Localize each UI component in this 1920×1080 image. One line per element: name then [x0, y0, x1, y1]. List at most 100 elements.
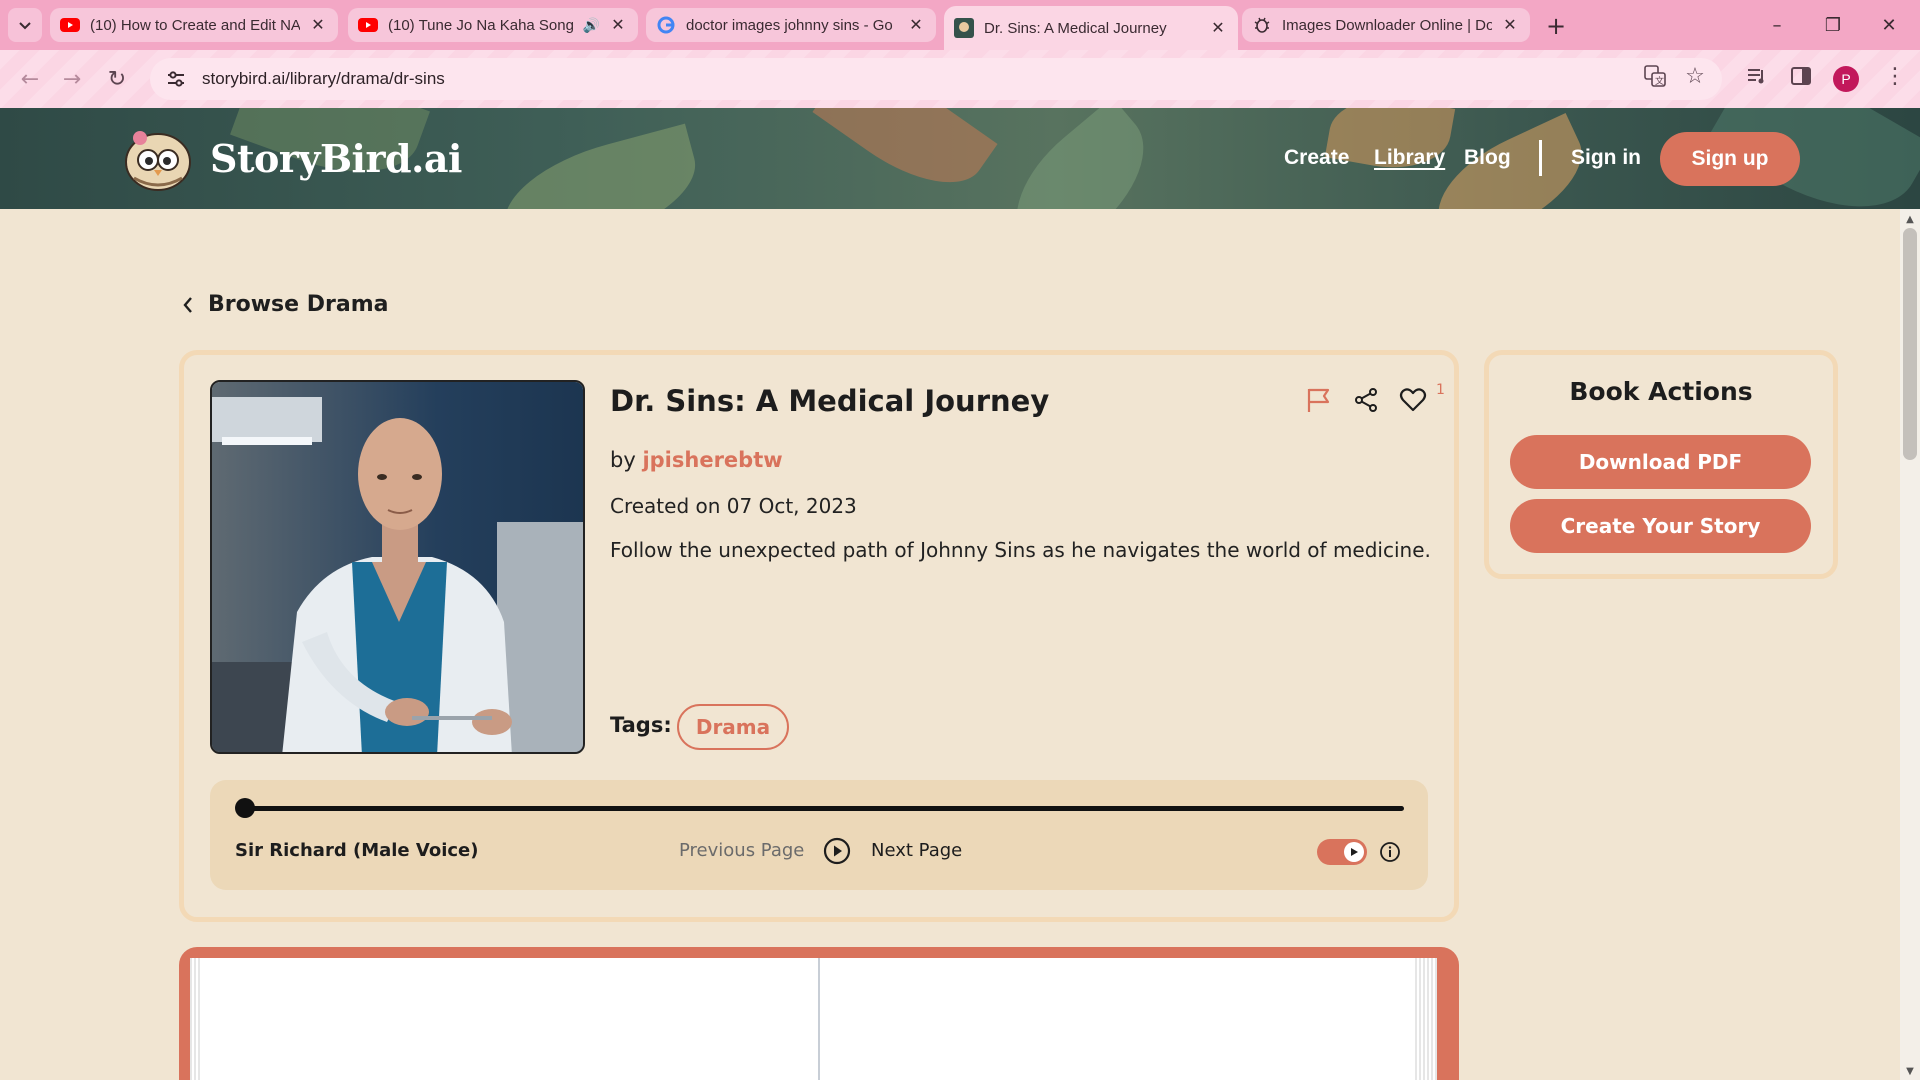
site-settings-icon[interactable]: [164, 71, 188, 87]
arrow-left-icon: ←: [20, 66, 40, 92]
youtube-icon: [60, 15, 80, 35]
close-icon[interactable]: ✕: [608, 15, 628, 35]
audio-player: [210, 780, 1428, 890]
tab-search-button[interactable]: [8, 8, 42, 42]
address-bar[interactable]: storybird.ai/library/drama/dr-sins: [150, 58, 1722, 100]
browser-tab[interactable]: Images Downloader Online | Do ✕: [1242, 8, 1530, 42]
back-link-label: Browse Drama: [208, 292, 389, 317]
book-spine: [818, 958, 820, 1080]
byline-prefix: by: [610, 448, 636, 472]
bug-icon: [1252, 15, 1272, 35]
sign-up-button[interactable]: Sign up: [1660, 132, 1800, 186]
close-icon[interactable]: ✕: [1500, 15, 1520, 35]
author-link[interactable]: jpisherebtw: [642, 448, 782, 472]
tag-drama[interactable]: Drama: [677, 704, 789, 750]
browser-tab[interactable]: (10) How to Create and Edit NA ✕: [50, 8, 338, 42]
header-decoration: [812, 108, 998, 209]
nav-sign-in[interactable]: Sign in: [1571, 146, 1641, 170]
close-window-button[interactable]: ✕: [1866, 8, 1912, 42]
youtube-icon: [358, 15, 378, 35]
page-edges-left: [190, 958, 202, 1080]
browser-toolbar: ← → ↻ storybird.ai/library/drama/dr-sins…: [0, 50, 1920, 108]
side-panel-icon[interactable]: [1786, 61, 1816, 91]
storybird-logo[interactable]: [122, 126, 194, 192]
share-icon[interactable]: [1350, 384, 1382, 416]
toggle-knob: [1344, 842, 1364, 862]
book-description: Follow the unexpected path of Johnny Sin…: [610, 538, 1431, 562]
header-decoration: [491, 123, 709, 209]
storybird-icon: [954, 18, 974, 38]
create-your-story-button[interactable]: Create Your Story: [1510, 499, 1811, 553]
tab-title: doctor images johnny sins - Go: [686, 16, 893, 34]
nav-divider: [1539, 140, 1542, 176]
tab-title: (10) Tune Jo Na Kaha Song: [388, 16, 574, 34]
browser-tab[interactable]: doctor images johnny sins - Go ✕: [646, 8, 936, 42]
browser-tabstrip: (10) How to Create and Edit NA ✕ (10) Tu…: [0, 0, 1920, 50]
scroll-up-arrow[interactable]: ▲: [1903, 212, 1917, 226]
created-date: Created on 07 Oct, 2023: [610, 494, 857, 518]
minimize-icon: –: [1772, 14, 1782, 36]
media-control-icon[interactable]: [1742, 61, 1772, 91]
restore-button[interactable]: ❐: [1810, 8, 1856, 42]
heart-icon[interactable]: [1397, 384, 1429, 416]
svg-text:文: 文: [1655, 75, 1664, 87]
info-icon[interactable]: [1379, 841, 1401, 863]
header-decoration: [989, 108, 1171, 209]
speaker-icon[interactable]: 🔊: [583, 17, 600, 34]
close-icon: ✕: [1881, 14, 1897, 36]
back-button[interactable]: ←: [14, 63, 46, 95]
nav-library[interactable]: Library: [1374, 146, 1445, 170]
plus-icon: +: [1545, 12, 1567, 40]
url-text: storybird.ai/library/drama/dr-sins: [202, 69, 445, 88]
back-to-genre-link[interactable]: Browse Drama: [182, 292, 388, 317]
book-cover-image: [210, 380, 585, 754]
tab-title: Dr. Sins: A Medical Journey: [984, 19, 1167, 37]
browser-tab[interactable]: (10) Tune Jo Na Kaha Song 🔊 ✕: [348, 8, 638, 42]
minimize-button[interactable]: –: [1754, 8, 1800, 42]
close-icon[interactable]: ✕: [906, 15, 926, 35]
close-icon[interactable]: ✕: [308, 15, 328, 35]
google-icon: [656, 15, 676, 35]
close-icon[interactable]: ✕: [1208, 18, 1228, 38]
book-actions-title: Book Actions: [1569, 377, 1753, 406]
reload-icon: ↻: [107, 66, 127, 92]
book-page-left[interactable]: [202, 958, 818, 1080]
like-count: 1: [1436, 382, 1445, 398]
book-byline: by jpisherebtw: [610, 448, 783, 472]
next-page-button[interactable]: Next Page: [871, 840, 962, 861]
play-icon: [1351, 848, 1358, 856]
nav-blog[interactable]: Blog: [1464, 146, 1511, 170]
scrollbar-thumb[interactable]: [1903, 228, 1917, 460]
more-menu-icon[interactable]: ⋮: [1880, 61, 1910, 91]
arrow-right-icon: →: [62, 66, 82, 92]
book-page-right[interactable]: [820, 958, 1415, 1080]
brand-name[interactable]: StoryBird.ai: [210, 136, 462, 181]
download-pdf-button[interactable]: Download PDF: [1510, 435, 1811, 489]
nav-create[interactable]: Create: [1284, 146, 1349, 170]
bookmark-star-icon[interactable]: ☆: [1680, 61, 1710, 91]
play-icon: [823, 837, 851, 865]
progress-track[interactable]: [244, 806, 1404, 811]
report-flag-icon[interactable]: [1302, 384, 1334, 416]
play-button[interactable]: [823, 837, 851, 865]
progress-thumb[interactable]: [235, 798, 255, 818]
forward-button[interactable]: →: [56, 63, 88, 95]
voice-select[interactable]: Sir Richard (Male Voice): [235, 840, 478, 861]
tab-title: Images Downloader Online | Do: [1282, 16, 1492, 34]
book-title: Dr. Sins: A Medical Journey: [610, 384, 1050, 418]
chevron-down-icon: [19, 22, 31, 30]
translate-icon[interactable]: 文: [1640, 61, 1670, 91]
page-edges-right: [1415, 958, 1437, 1080]
site-header: StoryBird.ai Create Library Blog Sign in…: [0, 108, 1920, 209]
restore-icon: ❐: [1824, 14, 1842, 36]
tags-label: Tags:: [610, 713, 672, 737]
scroll-down-arrow[interactable]: ▼: [1903, 1064, 1917, 1078]
previous-page-button[interactable]: Previous Page: [679, 840, 804, 861]
autoplay-toggle[interactable]: [1317, 839, 1367, 865]
new-tab-button[interactable]: +: [1540, 10, 1572, 42]
profile-avatar[interactable]: P: [1833, 66, 1859, 92]
browser-tab-active[interactable]: Dr. Sins: A Medical Journey ✕: [944, 6, 1238, 50]
reload-button[interactable]: ↻: [101, 63, 133, 95]
chevron-left-icon: [183, 296, 192, 313]
tab-title: (10) How to Create and Edit NA: [90, 16, 300, 34]
